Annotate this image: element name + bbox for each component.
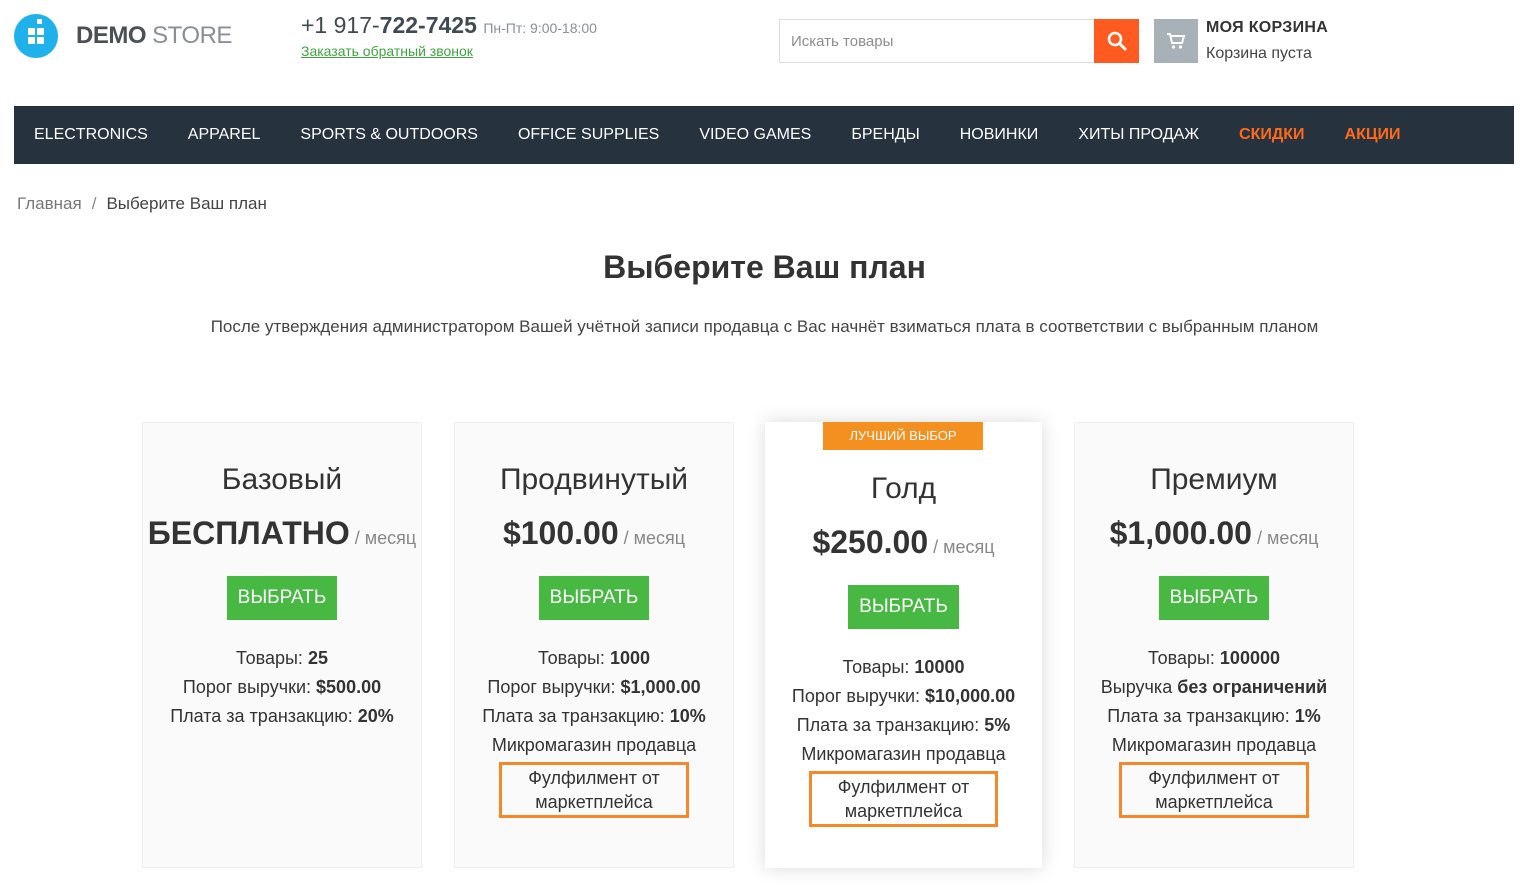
feature-fulfilment-highlight: Фулфилмент от маркетплейса: [1119, 762, 1309, 818]
choose-plan-button[interactable]: ВЫБРАТЬ: [538, 576, 650, 620]
plan-price-row: $100.00 / месяц: [455, 515, 733, 552]
phone-number: +1 917-722-7425: [301, 12, 477, 38]
store-logo[interactable]: DEMO STORE: [14, 14, 232, 58]
nav-item-office-supplies[interactable]: OFFICE SUPPLIES: [518, 126, 659, 144]
nav-item-bestsellers[interactable]: ХИТЫ ПРОДАЖ: [1078, 126, 1199, 144]
plan-card-gold: ЛУЧШИЙ ВЫБОР Голд $250.00 / месяц ВЫБРАТ…: [765, 422, 1042, 868]
breadcrumb-current: Выберите Ваш план: [106, 194, 267, 213]
contact-block: +1 917-722-7425 Пн-Пт: 9:00-18:00 Заказа…: [301, 12, 597, 59]
plan-period: / месяц: [928, 537, 995, 557]
plan-period: / месяц: [349, 528, 417, 548]
plan-name: Голд: [870, 472, 937, 505]
plan-features: Товары: 10000 Порог выручки: $10,000.00 …: [765, 653, 1042, 769]
search-icon: [1107, 31, 1126, 51]
cart-icon: [1154, 19, 1198, 63]
plan-name: Премиум: [1150, 463, 1278, 496]
feature-revenue: Выручка без ограничений: [1100, 677, 1328, 697]
plan-period: / месяц: [618, 528, 686, 548]
plan-price-row: $1,000.00 / месяц: [1075, 515, 1353, 552]
main-nav: ELECTRONICS APPAREL SPORTS & OUTDOORS OF…: [14, 106, 1514, 164]
feature-storefront: Микромагазин продавца: [801, 744, 1006, 764]
nav-item-apparel[interactable]: APPAREL: [188, 126, 261, 144]
feature-revenue: Порог выручки: $10,000.00: [791, 686, 1016, 706]
feature-storefront: Микромагазин продавца: [491, 735, 697, 755]
nav-item-electronics[interactable]: ELECTRONICS: [34, 126, 148, 144]
nav-item-brands[interactable]: БРЕНДЫ: [851, 126, 919, 144]
plan-name: Продвинутый: [499, 463, 689, 496]
plan-price-row: БЕСПЛАТНО / месяц: [143, 515, 421, 552]
page-subtitle: После утверждения администратором Вашей …: [210, 317, 1319, 336]
plan-features: Товары: 1000 Порог выручки: $1,000.00 Пл…: [455, 644, 733, 760]
nav-item-discounts[interactable]: СКИДКИ: [1239, 126, 1304, 144]
feature-fee: Плата за транзакцию: 5%: [796, 715, 1011, 735]
working-hours: Пн-Пт: 9:00-18:00: [483, 20, 597, 36]
logo-icon: [14, 14, 58, 58]
plan-price: $250.00: [812, 524, 929, 560]
plan-card-advanced: Продвинутый $100.00 / месяц ВЫБРАТЬ Това…: [454, 422, 734, 868]
feature-products: Товары: 25: [236, 648, 328, 668]
plan-features: Товары: 25 Порог выручки: $500.00 Плата …: [143, 644, 421, 731]
feature-products: Товары: 100000: [1148, 648, 1280, 668]
best-choice-badge: ЛУЧШИЙ ВЫБОР: [823, 422, 983, 450]
plan-period: / месяц: [1251, 528, 1319, 548]
choose-plan-button[interactable]: ВЫБРАТЬ: [226, 576, 338, 620]
feature-revenue: Порог выручки: $500.00: [182, 677, 382, 697]
feature-products: Товары: 10000: [842, 657, 965, 677]
plan-name: Базовый: [221, 463, 343, 496]
cart-widget[interactable]: МОЯ КОРЗИНА Корзина пуста: [1154, 19, 1328, 63]
feature-fulfilment-highlight: Фулфилмент от маркетплейса: [499, 762, 689, 818]
plan-price: $1,000.00: [1109, 515, 1252, 551]
logo-text: DEMO STORE: [76, 22, 232, 49]
feature-revenue: Порог выручки: $1,000.00: [487, 677, 701, 697]
plan-price: БЕСПЛАТНО: [147, 515, 350, 551]
plan-price: $100.00: [502, 515, 619, 551]
search-input[interactable]: [780, 20, 1094, 62]
feature-fee: Плата за транзакцию: 10%: [482, 706, 706, 726]
feature-fee: Плата за транзакцию: 20%: [170, 706, 394, 726]
feature-products: Товары: 1000: [538, 648, 650, 668]
feature-fulfilment-highlight: Фулфилмент от маркетплейса: [808, 771, 999, 827]
choose-plan-button[interactable]: ВЫБРАТЬ: [848, 585, 959, 629]
plan-card-basic: Базовый БЕСПЛАТНО / месяц ВЫБРАТЬ Товары…: [142, 422, 422, 868]
nav-item-promotions[interactable]: АКЦИИ: [1345, 126, 1401, 144]
breadcrumb-separator: /: [91, 194, 97, 213]
nav-item-new[interactable]: НОВИНКИ: [960, 126, 1039, 144]
callback-link[interactable]: Заказать обратный звонок: [301, 43, 597, 59]
plan-price-row: $250.00 / месяц: [765, 524, 1042, 561]
nav-item-sports-outdoors[interactable]: SPORTS & OUTDOORS: [300, 126, 478, 144]
choose-plan-button[interactable]: ВЫБРАТЬ: [1158, 576, 1270, 620]
cart-status: Корзина пуста: [1206, 45, 1312, 62]
plan-features: Товары: 100000 Выручка без ограничений П…: [1075, 644, 1353, 760]
breadcrumb-home[interactable]: Главная: [17, 194, 82, 213]
plan-card-premium: Премиум $1,000.00 / месяц ВЫБРАТЬ Товары…: [1074, 422, 1354, 868]
page-title: Выберите Ваш план: [603, 249, 926, 285]
feature-fee: Плата за транзакцию: 1%: [1107, 706, 1321, 726]
site-header: DEMO STORE +1 917-722-7425 Пн-Пт: 9:00-1…: [0, 0, 1529, 100]
feature-storefront: Микромагазин продавца: [1111, 735, 1317, 755]
breadcrumb: Главная / Выберите Ваш план: [17, 194, 267, 214]
search-bar: [779, 19, 1139, 63]
search-button[interactable]: [1094, 19, 1139, 63]
nav-item-video-games[interactable]: VIDEO GAMES: [699, 126, 811, 144]
cart-title: МОЯ КОРЗИНА: [1206, 19, 1329, 36]
